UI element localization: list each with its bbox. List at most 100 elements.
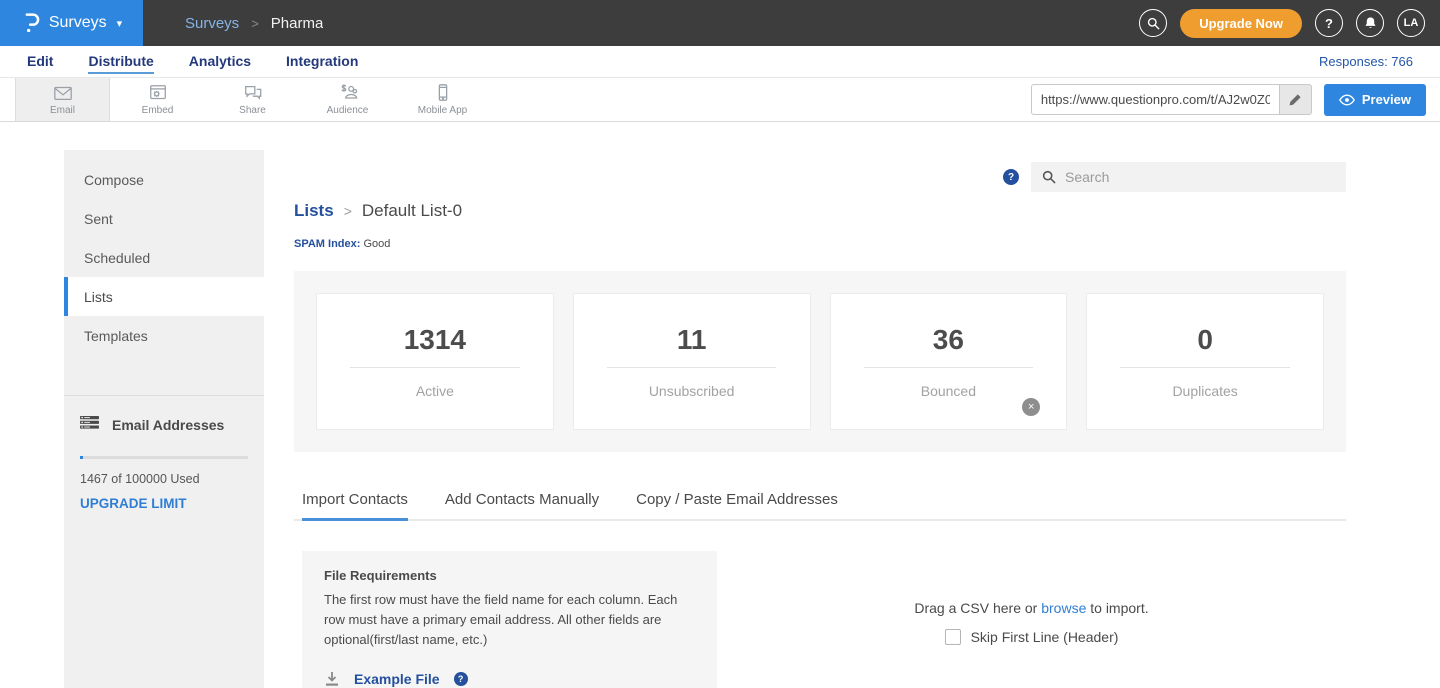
tab-distribute[interactable]: Distribute bbox=[88, 49, 153, 74]
channel-share[interactable]: Share bbox=[205, 78, 300, 121]
skip-first-line-row: Skip First Line (Header) bbox=[945, 629, 1119, 645]
list-breadcrumb: Lists > Default List-0 bbox=[294, 201, 1346, 221]
channel-email[interactable]: Email bbox=[15, 78, 110, 121]
tab-add-contacts-manually[interactable]: Add Contacts Manually bbox=[445, 491, 599, 519]
help-button[interactable]: ? bbox=[1315, 9, 1343, 37]
stat-card-unsubscribed[interactable]: 11 Unsubscribed bbox=[573, 293, 811, 430]
tab-analytics[interactable]: Analytics bbox=[189, 49, 251, 74]
contact-tabs: Import Contacts Add Contacts Manually Co… bbox=[294, 491, 1346, 521]
divider bbox=[864, 367, 1034, 368]
content-top-row: ? bbox=[294, 162, 1346, 192]
channel-label: Mobile App bbox=[418, 105, 467, 116]
stat-value: 0 bbox=[1197, 324, 1213, 356]
bell-icon bbox=[1364, 16, 1377, 30]
avatar[interactable]: LA bbox=[1397, 9, 1425, 37]
spam-index-label: SPAM Index: bbox=[294, 238, 360, 250]
sidebar-item-lists[interactable]: Lists bbox=[64, 277, 264, 316]
preview-label: Preview bbox=[1362, 92, 1411, 107]
responses-count[interactable]: Responses: 766 bbox=[1319, 54, 1413, 69]
tab-import-contacts[interactable]: Import Contacts bbox=[302, 491, 408, 521]
file-requirements-title: File Requirements bbox=[324, 568, 695, 583]
sidebar-item-scheduled[interactable]: Scheduled bbox=[64, 238, 264, 277]
channel-label: Audience bbox=[327, 105, 369, 116]
email-usage-progress-fill bbox=[80, 456, 83, 459]
breadcrumb: Surveys > Pharma bbox=[185, 15, 323, 32]
example-file-link[interactable]: Example File bbox=[354, 671, 440, 687]
upgrade-now-button[interactable]: Upgrade Now bbox=[1180, 9, 1302, 38]
browse-link[interactable]: browse bbox=[1041, 600, 1086, 616]
csv-dropzone[interactable]: Drag a CSV here or browse to import. Ski… bbox=[717, 551, 1346, 688]
lists-content: ? Lists > Default List-0 SPAM Index: Goo… bbox=[264, 150, 1376, 688]
current-list-name: Default List-0 bbox=[362, 201, 462, 221]
contact-search-box[interactable] bbox=[1031, 162, 1346, 192]
tab-integration[interactable]: Integration bbox=[286, 49, 358, 74]
stat-card-duplicates[interactable]: 0 Duplicates bbox=[1086, 293, 1324, 430]
example-file-row: Example File ? bbox=[324, 671, 695, 687]
download-icon bbox=[324, 671, 340, 687]
channel-label: Share bbox=[239, 105, 266, 116]
breadcrumb-separator: > bbox=[251, 16, 259, 31]
survey-url-group bbox=[1031, 84, 1312, 115]
sidebar-item-compose[interactable]: Compose bbox=[64, 160, 264, 199]
channel-mobile-app[interactable]: Mobile App bbox=[395, 78, 490, 121]
product-name: Surveys bbox=[49, 14, 107, 32]
edit-url-button[interactable] bbox=[1279, 84, 1312, 115]
chat-bubbles-icon bbox=[242, 83, 264, 103]
search-icon bbox=[1147, 17, 1160, 30]
email-usage-progressbar bbox=[80, 456, 248, 459]
stat-value: 36 bbox=[933, 324, 964, 356]
breadcrumb-survey-name: Pharma bbox=[271, 15, 324, 32]
example-file-help-icon[interactable]: ? bbox=[454, 672, 468, 686]
skip-first-line-checkbox[interactable] bbox=[945, 629, 961, 645]
file-requirements-box: File Requirements The first row must hav… bbox=[302, 551, 717, 688]
channel-embed[interactable]: Embed bbox=[110, 78, 205, 121]
email-addresses-usage-panel: Email Addresses 1467 of 100000 Used UPGR… bbox=[64, 395, 264, 511]
questionpro-logo-icon bbox=[21, 12, 41, 34]
lists-link[interactable]: Lists bbox=[294, 201, 334, 221]
search-icon bbox=[1042, 170, 1056, 184]
distribute-channels: Email Embed Share Au bbox=[15, 78, 490, 121]
clear-bounced-icon[interactable]: × bbox=[1022, 398, 1040, 416]
channel-label: Embed bbox=[142, 105, 174, 116]
preview-button[interactable]: Preview bbox=[1324, 84, 1426, 116]
email-workspace: Compose Sent Scheduled Lists Templates E… bbox=[64, 150, 1376, 688]
product-switcher[interactable]: Surveys ▾ bbox=[0, 0, 143, 46]
channel-audience[interactable]: Audience bbox=[300, 78, 395, 121]
stat-label: Active bbox=[416, 383, 454, 399]
topbar-actions: Upgrade Now ? LA bbox=[1139, 9, 1440, 38]
tab-edit[interactable]: Edit bbox=[27, 49, 53, 74]
list-help-icon[interactable]: ? bbox=[1003, 169, 1019, 185]
breadcrumb-separator: > bbox=[344, 203, 352, 219]
envelope-icon bbox=[52, 83, 74, 103]
question-mark-icon: ? bbox=[1325, 16, 1333, 31]
stat-value: 1314 bbox=[404, 324, 466, 356]
survey-url-input[interactable] bbox=[1031, 84, 1279, 115]
stat-label: Bounced bbox=[921, 383, 976, 399]
email-usage-text: 1467 of 100000 Used bbox=[80, 472, 248, 486]
dropzone-text: Drag a CSV here or browse to import. bbox=[914, 600, 1148, 616]
eye-icon bbox=[1339, 94, 1355, 106]
tab-copy-paste-emails[interactable]: Copy / Paste Email Addresses bbox=[636, 491, 838, 519]
upgrade-limit-link[interactable]: UPGRADE LIMIT bbox=[80, 496, 248, 511]
chevron-down-icon: ▾ bbox=[117, 17, 123, 30]
stat-card-bounced[interactable]: 36 Bounced × bbox=[830, 293, 1068, 430]
toolbar-right: Preview bbox=[1031, 78, 1440, 121]
spam-index-row: SPAM Index: Good bbox=[294, 238, 1346, 250]
distribute-toolbar: Email Embed Share Au bbox=[0, 77, 1440, 122]
stat-value: 11 bbox=[677, 324, 707, 356]
survey-nav: Edit Distribute Analytics Integration Re… bbox=[0, 46, 1440, 77]
browser-gear-icon bbox=[147, 83, 169, 103]
notifications-button[interactable] bbox=[1356, 9, 1384, 37]
survey-nav-tabs: Edit Distribute Analytics Integration bbox=[27, 49, 358, 74]
sidebar-item-sent[interactable]: Sent bbox=[64, 199, 264, 238]
breadcrumb-surveys-link[interactable]: Surveys bbox=[185, 15, 239, 32]
divider bbox=[1120, 367, 1290, 368]
search-button[interactable] bbox=[1139, 9, 1167, 37]
email-sidebar: Compose Sent Scheduled Lists Templates E… bbox=[64, 150, 264, 688]
stat-label: Duplicates bbox=[1172, 383, 1237, 399]
contact-search-input[interactable] bbox=[1065, 169, 1335, 185]
smartphone-icon bbox=[432, 83, 454, 103]
stat-card-active[interactable]: 1314 Active bbox=[316, 293, 554, 430]
sidebar-item-templates[interactable]: Templates bbox=[64, 316, 264, 355]
spam-index-value: Good bbox=[363, 238, 390, 250]
